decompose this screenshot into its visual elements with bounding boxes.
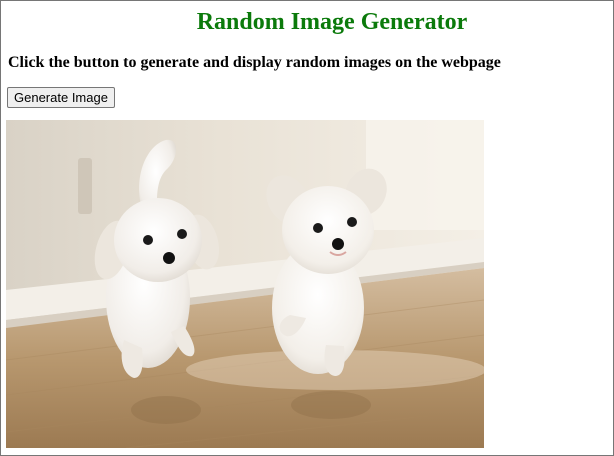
page-instructions: Click the button to generate and display… — [8, 54, 501, 71]
random-image — [6, 120, 484, 448]
generate-image-button[interactable]: Generate Image — [7, 87, 115, 108]
page-title: Random Image Generator — [196, 9, 468, 35]
page-frame: Random Image Generator Click the button … — [0, 0, 614, 456]
puppies-photo — [6, 120, 484, 448]
